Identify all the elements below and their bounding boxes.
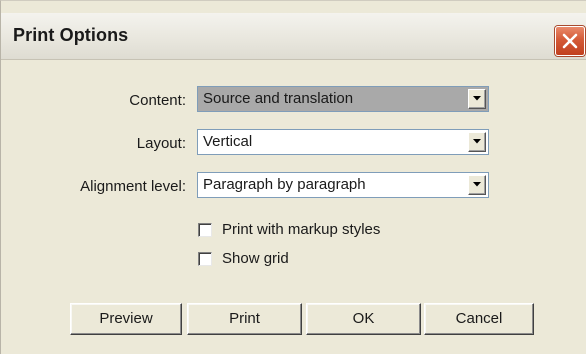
content-value: Source and translation xyxy=(203,90,354,107)
cancel-button[interactable]: Cancel xyxy=(424,303,534,335)
chevron-down-icon xyxy=(473,139,481,144)
title-bar[interactable]: Print Options xyxy=(1,13,586,60)
preview-button[interactable]: Preview xyxy=(70,303,182,335)
content-label: Content: xyxy=(129,92,186,109)
layout-label: Layout: xyxy=(136,135,186,152)
show-grid-label: Show grid xyxy=(222,250,289,267)
content-dropdown-button[interactable] xyxy=(468,89,486,109)
alignment-value: Paragraph by paragraph xyxy=(203,176,366,193)
print-options-dialog: Print Options Content: Source and transl… xyxy=(0,0,586,354)
alignment-dropdown[interactable]: Paragraph by paragraph xyxy=(197,172,489,198)
print-button[interactable]: Print xyxy=(187,303,302,335)
close-button[interactable] xyxy=(555,26,585,56)
layout-dropdown[interactable]: Vertical xyxy=(197,129,489,155)
dialog-title: Print Options xyxy=(13,25,129,45)
alignment-dropdown-button[interactable] xyxy=(468,175,486,195)
layout-dropdown-button[interactable] xyxy=(468,132,486,152)
chevron-down-icon xyxy=(473,182,481,187)
ok-button[interactable]: OK xyxy=(306,303,421,335)
content-dropdown[interactable]: Source and translation xyxy=(197,86,489,112)
close-icon xyxy=(562,33,578,49)
markup-styles-label: Print with markup styles xyxy=(222,221,381,238)
chevron-down-icon xyxy=(473,96,481,101)
show-grid-checkbox[interactable] xyxy=(198,252,212,266)
alignment-label: Alignment level: xyxy=(80,178,186,195)
layout-value: Vertical xyxy=(203,133,253,150)
markup-styles-checkbox[interactable] xyxy=(198,223,212,237)
